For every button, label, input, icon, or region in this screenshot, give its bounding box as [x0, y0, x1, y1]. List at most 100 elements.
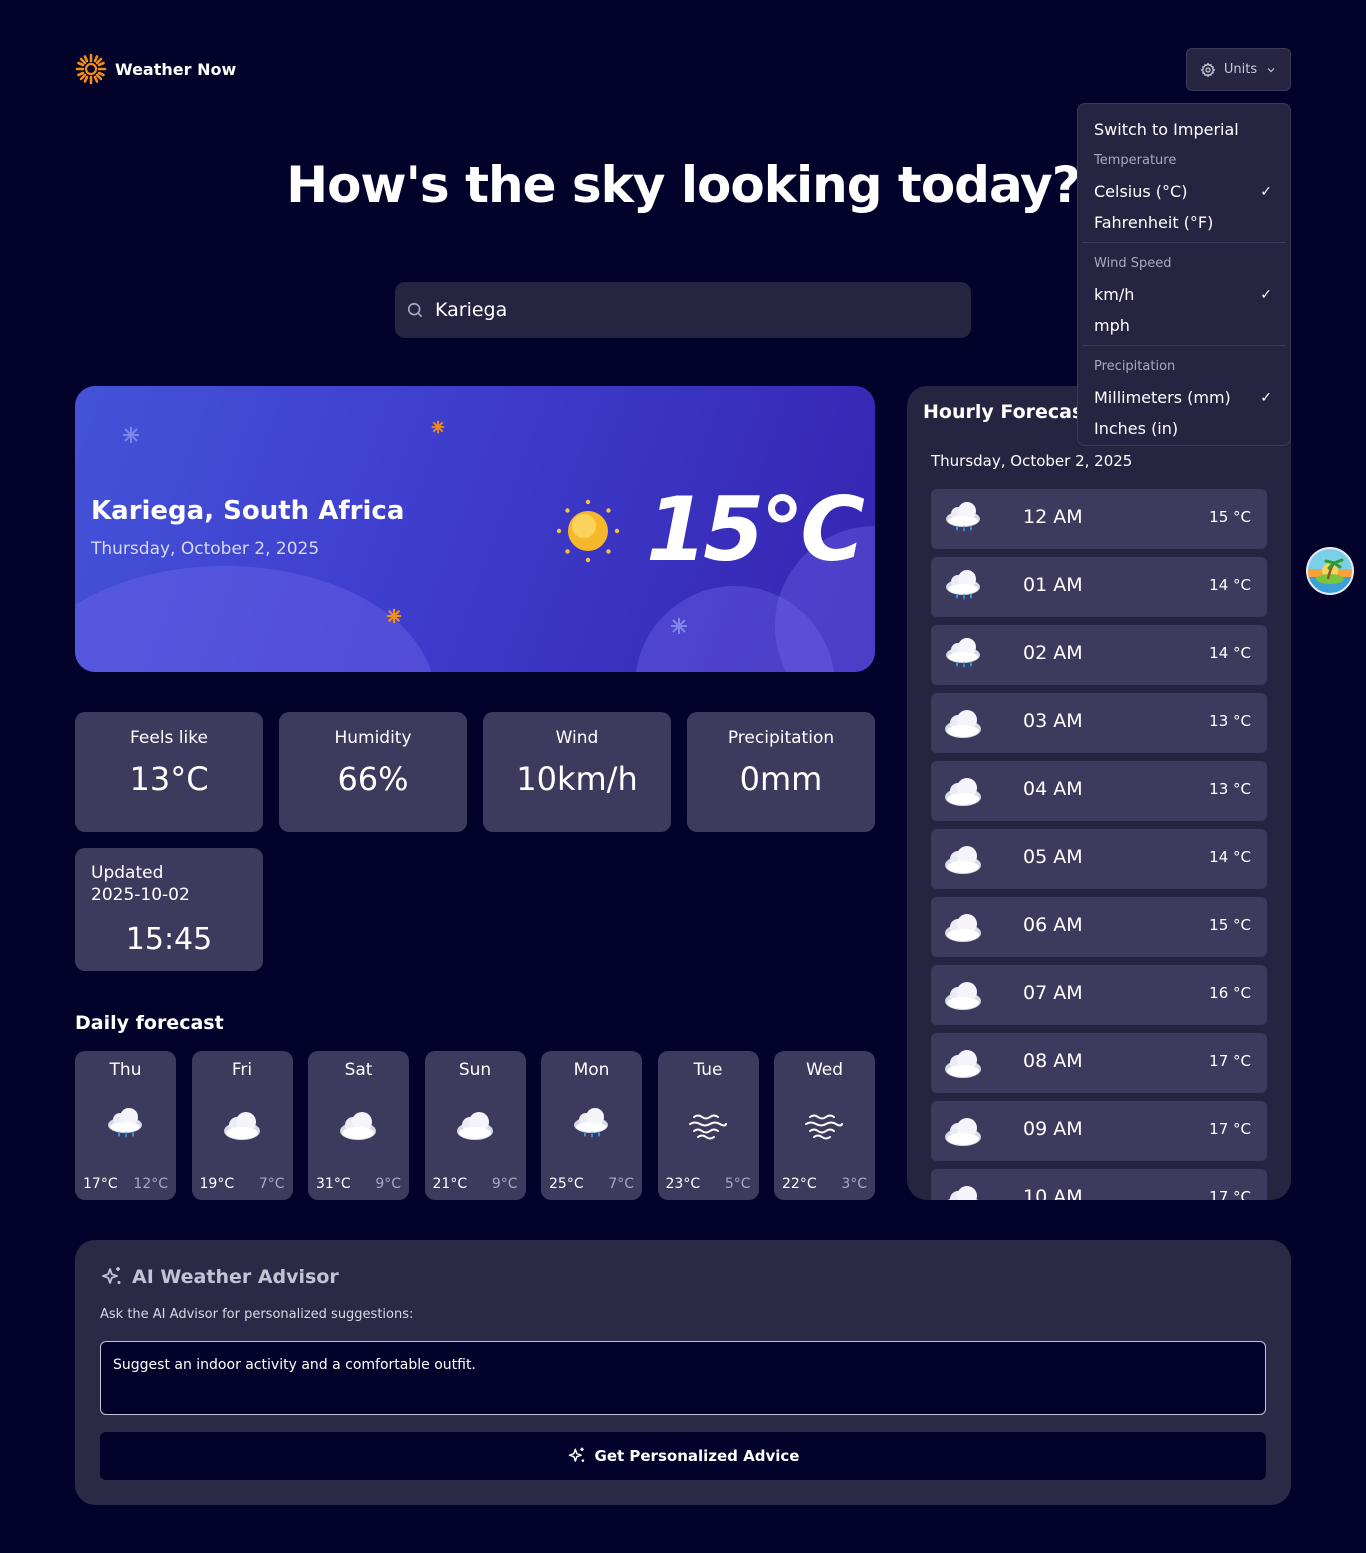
beach-island-icon [1306, 547, 1354, 595]
check-icon: ✓ [1260, 183, 1272, 200]
fog-icon [805, 1114, 843, 1140]
menu-item-millimeters[interactable]: Millimeters (mm) ✓ [1078, 382, 1290, 413]
units-dropdown-menu: Switch to Imperial Temperature Celsius (… [1077, 103, 1291, 446]
daily-card-wed[interactable]: Wed 22°C 3°C [774, 1051, 875, 1200]
floating-assistant-avatar[interactable] [1306, 547, 1354, 595]
hourly-row: 09 AM 17 °C [931, 1101, 1267, 1161]
cloud-icon [945, 1118, 981, 1146]
sparkles-icon [102, 1267, 121, 1284]
day-name: Mon [573, 1060, 610, 1080]
hero-cloud-decoration [75, 566, 435, 672]
hour-time: 07 AM [1023, 982, 1083, 1004]
sparkle-decoration [123, 427, 139, 443]
daily-card-tue[interactable]: Tue 23°C 5°C [657, 1051, 759, 1200]
cloud-icon [945, 914, 981, 942]
updated-title: Updated [91, 863, 164, 883]
hour-time: 12 AM [1023, 506, 1083, 528]
hourly-row: 07 AM 16 °C [931, 965, 1267, 1025]
hour-time: 04 AM [1023, 778, 1083, 800]
menu-item-label: mph [1094, 316, 1130, 335]
hour-temp: 14 °C [1209, 644, 1251, 662]
day-name: Fri [231, 1060, 253, 1080]
hourly-day-selector[interactable]: Thursday, October 2, 2025 [931, 452, 1132, 470]
hour-temp: 17 °C [1209, 1052, 1251, 1070]
current-temperature: 15°C [645, 478, 865, 581]
menu-item-label: Millimeters (mm) [1094, 388, 1231, 407]
day-high-temp: 22°C [782, 1176, 817, 1192]
sparkle-decoration [431, 420, 445, 434]
stat-label: Precipitation [727, 728, 835, 748]
sparkle-decoration [671, 618, 687, 634]
menu-item-celsius[interactable]: Celsius (°C) ✓ [1078, 176, 1290, 207]
ai-advisor-title-text: AI Weather Advisor [132, 1266, 339, 1288]
hour-time: 08 AM [1023, 1050, 1083, 1072]
units-button[interactable]: Units [1186, 48, 1291, 91]
app-name: Weather Now [115, 59, 237, 79]
hour-temp: 13 °C [1209, 712, 1251, 730]
location-name: Kariega, South Africa [91, 496, 405, 526]
rain-icon [946, 638, 980, 668]
updated-date: 2025-10-02 [91, 885, 190, 905]
app-logo[interactable]: Weather Now [75, 53, 236, 85]
day-name: Sun [458, 1060, 492, 1080]
daily-card-thu[interactable]: Thu 17°C 12°C [75, 1051, 176, 1200]
hourly-row: 08 AM 17 °C [931, 1033, 1267, 1093]
hour-weather-icon [941, 977, 985, 1013]
updated-time: 15:45 [125, 922, 213, 957]
daily-card-sun[interactable]: Sun 21°C 9°C [424, 1051, 526, 1200]
day-name: Sat [344, 1060, 373, 1080]
stat-label: Humidity [334, 728, 412, 748]
hourly-row: 10 AM 17 °C [931, 1169, 1267, 1200]
daily-card-sat[interactable]: Sat 31°C 9°C [308, 1051, 409, 1200]
hourly-list[interactable]: 12 AM 15 °C 01 AM 14 °C 02 AM 14 °C 03 AM 13 °C… [931, 489, 1267, 1200]
hour-temp: 17 °C [1209, 1188, 1251, 1200]
cloud-icon [945, 982, 981, 1010]
get-advice-button[interactable]: Get Personalized Advice [100, 1432, 1266, 1480]
stat-card-wind: Wind 10km/h [483, 712, 671, 832]
hourly-row: 03 AM 13 °C [931, 693, 1267, 753]
rain-icon [108, 1108, 142, 1138]
hour-temp: 15 °C [1209, 916, 1251, 934]
hour-temp: 14 °C [1209, 576, 1251, 594]
search-icon [407, 302, 423, 318]
menu-item-kmh[interactable]: km/h ✓ [1078, 279, 1290, 310]
hour-weather-icon [941, 501, 985, 537]
stat-label: Wind [555, 728, 599, 748]
day-weather-icon [802, 1107, 846, 1143]
day-low-temp: 9°C [491, 1176, 518, 1192]
search-bar[interactable] [395, 282, 971, 338]
search-input[interactable] [435, 299, 935, 321]
stat-value: 10km/h [516, 760, 638, 798]
day-weather-icon [336, 1107, 380, 1143]
hour-weather-icon [941, 1181, 985, 1200]
day-weather-icon [220, 1107, 264, 1143]
menu-item-fahrenheit[interactable]: Fahrenheit (°F) [1078, 207, 1290, 238]
hour-time: 09 AM [1023, 1118, 1083, 1140]
get-advice-label: Get Personalized Advice [594, 1447, 800, 1465]
day-high-temp: 23°C [665, 1176, 701, 1192]
units-label: Units [1223, 62, 1258, 77]
updated-label: Updated 2025-10-02 [91, 862, 190, 906]
rain-icon [574, 1108, 608, 1138]
daily-card-mon[interactable]: Mon 25°C 7°C [541, 1051, 642, 1200]
ai-advisor-card: AI Weather Advisor Ask the AI Advisor fo… [75, 1240, 1291, 1505]
sparkles-icon [568, 1447, 584, 1462]
switch-imperial-item[interactable]: Switch to Imperial [1078, 114, 1290, 145]
fog-icon [688, 1114, 727, 1140]
hour-time: 03 AM [1023, 710, 1083, 732]
day-high-temp: 21°C [432, 1176, 468, 1192]
hour-weather-icon [941, 569, 985, 605]
hour-weather-icon [941, 773, 985, 809]
daily-card-fri[interactable]: Fri 19°C 7°C [191, 1051, 293, 1200]
menu-item-inches[interactable]: Inches (in) [1078, 413, 1290, 444]
stat-value: 0mm [739, 760, 823, 798]
day-high-temp: 17°C [83, 1176, 118, 1192]
day-low-temp: 7°C [258, 1176, 285, 1192]
ai-advisor-prompt-input[interactable]: Suggest an indoor activity and a comfort… [100, 1341, 1266, 1415]
hour-weather-icon [941, 637, 985, 673]
hour-weather-icon [941, 1113, 985, 1149]
stat-value: 66% [337, 760, 409, 798]
menu-item-mph[interactable]: mph [1078, 310, 1290, 341]
stat-value: 13°C [129, 760, 209, 798]
hourly-forecast-title: Hourly Forecast [923, 401, 1093, 423]
